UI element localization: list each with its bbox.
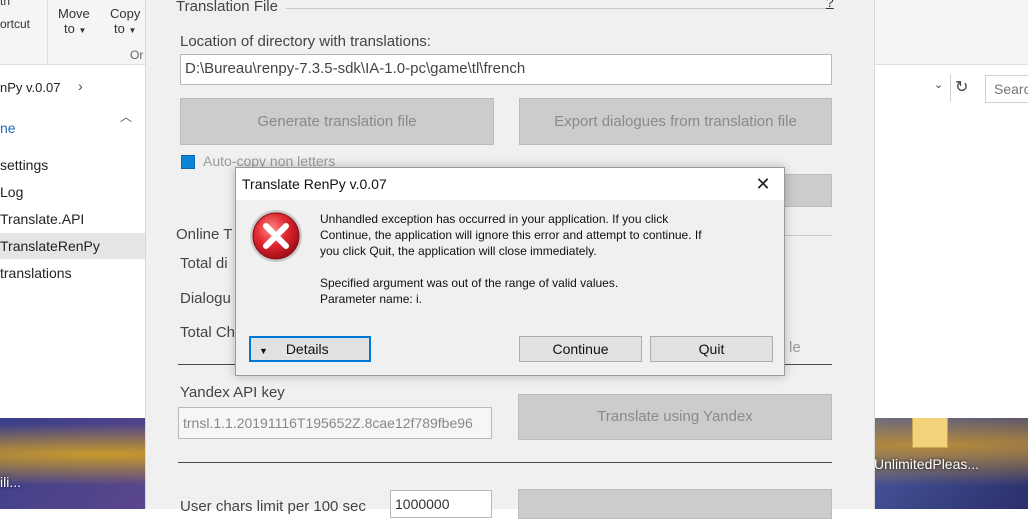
chevron-right-icon: ›: [78, 78, 83, 94]
group-border: [286, 8, 826, 9]
dialog-title: Translate RenPy v.0.07: [242, 176, 387, 192]
error-dialog: Translate RenPy v.0.07 ✕ Unhandled excep…: [235, 167, 785, 376]
message-line-2: Continue, the application will ignore th…: [320, 228, 702, 242]
message-line-1: Unhandled exception has occurred in your…: [320, 212, 669, 226]
details-label: Details: [285, 341, 329, 357]
chevron-down-icon: ▼: [128, 26, 137, 35]
dialog-titlebar[interactable]: Translate RenPy v.0.07 ✕: [236, 168, 784, 200]
nav-item-translate-api[interactable]: Translate.API: [0, 211, 84, 227]
translate-yandex-button[interactable]: Translate using Yandex: [518, 394, 832, 440]
chevron-down-icon: ▼: [78, 26, 87, 35]
breadcrumb[interactable]: nPy v.0.07: [0, 80, 60, 95]
nav-item-translations[interactable]: translations: [0, 265, 72, 281]
desktop-folder-icon[interactable]: [912, 416, 948, 448]
copy-to-button[interactable]: Copy to ▼: [110, 6, 150, 36]
details-button[interactable]: ▼ Details: [249, 336, 371, 362]
ribbon-group-organize: Or: [130, 48, 144, 62]
close-icon[interactable]: ✕: [748, 171, 778, 197]
chars-limit-label: User chars limit per 100 sec: [180, 498, 366, 515]
copy-to-label: Copy: [110, 6, 141, 21]
quit-button[interactable]: Quit: [650, 336, 773, 362]
partial-bottom-button[interactable]: [518, 489, 832, 519]
move-to-label: Move: [58, 6, 90, 21]
ribbon-shortcut-partial[interactable]: ortcut: [0, 17, 30, 31]
separator-2: [178, 462, 832, 463]
address-divider: [950, 74, 951, 102]
chevron-down-icon: ▼: [259, 346, 268, 356]
group-title-translation-file: Translation File: [176, 0, 278, 15]
error-x-icon: [248, 208, 304, 264]
refresh-icon[interactable]: ↻: [955, 77, 968, 97]
total-dialogues-label: Total di: [180, 255, 228, 272]
autocopy-checkbox[interactable]: [181, 155, 195, 169]
ribbon-divider: [47, 0, 48, 64]
error-message: Unhandled exception has occurred in your…: [320, 211, 702, 307]
nav-item-settings[interactable]: settings: [0, 157, 48, 173]
nav-item-log[interactable]: Log: [0, 184, 23, 200]
search-input[interactable]: Searc: [985, 75, 1028, 103]
detail-line-1: Specified argument was out of the range …: [320, 276, 619, 290]
move-to-button[interactable]: Move to ▼: [58, 6, 98, 36]
location-label: Location of directory with translations:: [180, 33, 431, 50]
group-title-online: Online T: [176, 226, 233, 243]
detail-line-2: Parameter name: i.: [320, 292, 423, 306]
ribbon-partial-top: th: [0, 0, 11, 8]
location-input[interactable]: D:\Bureau\renpy-7.3.5-sdk\IA-1.0-pc\game…: [180, 54, 832, 85]
address-dropdown-icon[interactable]: ⌄: [934, 78, 943, 91]
export-dialogues-button[interactable]: Export dialogues from translation file: [519, 98, 832, 145]
collapse-chevron-icon[interactable]: ︿: [120, 108, 132, 125]
move-to-sub: to: [64, 21, 75, 36]
nav-item-home[interactable]: ne: [0, 120, 16, 136]
chars-limit-input[interactable]: 1000000: [390, 490, 492, 518]
partial-label-le: le: [789, 339, 801, 356]
continue-button[interactable]: Continue: [519, 336, 642, 362]
yandex-key-label: Yandex API key: [180, 384, 285, 401]
help-link[interactable]: ?: [826, 0, 834, 10]
total-chars-label: Total Ch: [180, 324, 236, 341]
desktop-icon-label[interactable]: UnlimitedPleas...: [874, 456, 979, 472]
nav-item-translaterenpy[interactable]: TranslateRenPy: [0, 233, 145, 259]
yandex-key-input[interactable]: trnsl.1.1.20191116T195652Z.8cae12f789fbe…: [178, 407, 492, 439]
desktop-icon-label-left[interactable]: ili...: [0, 474, 21, 490]
dialogues-label: Dialogu: [180, 290, 231, 307]
search-placeholder: Searc: [994, 81, 1028, 97]
copy-to-sub: to: [114, 21, 125, 36]
message-line-3: you click Quit, the application will clo…: [320, 244, 597, 258]
generate-translation-button[interactable]: Generate translation file: [180, 98, 494, 145]
